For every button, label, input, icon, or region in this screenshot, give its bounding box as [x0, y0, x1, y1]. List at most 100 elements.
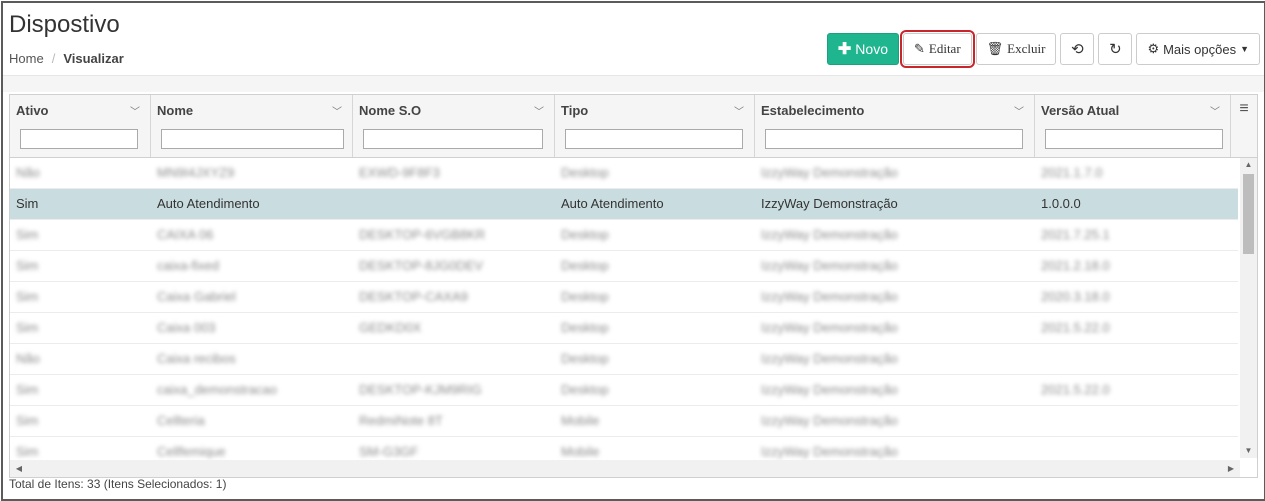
column-label: Nome S.O: [359, 103, 422, 118]
cell-versao: 2021.2.18.0: [1041, 258, 1110, 273]
mais-opcoes-label: Mais opções: [1163, 41, 1237, 57]
cell-ativo: Sim: [16, 258, 39, 273]
cell-nome_so: [353, 189, 555, 219]
scroll-down-icon[interactable]: ▼: [1240, 444, 1257, 458]
scroll-thumb[interactable]: [1243, 174, 1254, 254]
sync-icon: ⟲: [1071, 41, 1084, 58]
cell-tipo: Desktop: [561, 227, 609, 242]
footer-status: Total de Itens: 33 (Itens Selecionados: …: [9, 477, 227, 491]
cell-estabelecimento: IzzyWay Demonstração: [761, 413, 898, 428]
table-row[interactable]: Sim caixa-fixed DESKTOP-8JG0DEV Desktop Izzy…: [10, 251, 1238, 282]
cell-nome_so: GEDKD0X: [359, 320, 422, 335]
table-row[interactable]: Sim caixa_demonstracao DESKTOP-KJM9RIG Desk…: [10, 375, 1238, 406]
app-window: Dispostivo Home / Visualizar ✚ Novo ✎ Edit…: [1, 1, 1265, 501]
cell-versao: 1.0.0.0: [1041, 196, 1081, 211]
cell-tipo: Desktop: [561, 165, 609, 180]
column-label: Ativo: [16, 103, 49, 118]
cell-versao: 2021.5.22.0: [1041, 382, 1110, 397]
column-versao[interactable]: Versão Atual ﹀: [1035, 95, 1231, 157]
cell-versao: [1035, 406, 1231, 436]
scroll-right-icon[interactable]: ▶: [1224, 460, 1238, 477]
filter-ativo-input[interactable]: [20, 129, 138, 149]
column-tipo[interactable]: Tipo ﹀: [555, 95, 755, 157]
horizontal-scrollbar[interactable]: ◀ ▶: [10, 460, 1240, 477]
cell-nome: caixa-fixed: [157, 258, 220, 273]
chevron-down-icon[interactable]: ﹀: [332, 103, 342, 118]
table-row[interactable]: Sim Cellteria RedmiNote 8T Mobile IzzyWay De…: [10, 406, 1238, 437]
cell-tipo: Desktop: [561, 258, 609, 273]
breadcrumb-current: Visualizar: [63, 51, 124, 66]
filter-nome-so-input[interactable]: [363, 129, 543, 149]
cell-versao: 2021.5.22.0: [1041, 320, 1110, 335]
mais-opcoes-button[interactable]: ⚙ Mais opções ▼: [1136, 33, 1260, 65]
cell-estabelecimento: IzzyWay Demonstração: [761, 289, 898, 304]
gear-icon: ⚙: [1147, 41, 1160, 56]
column-nome-so[interactable]: Nome S.O ﹀: [353, 95, 555, 157]
table-row[interactable]: Sim Caixa Gabriel DESKTOP-CAXA9 Desktop Izzy…: [10, 282, 1238, 313]
filter-estabelecimento-input[interactable]: [765, 129, 1023, 149]
cell-estabelecimento: IzzyWay Demonstração: [761, 165, 898, 180]
cell-versao: 2021.7.25.1: [1041, 227, 1110, 242]
cell-nome: Cellteria: [157, 413, 205, 428]
cell-nome: Caixa recibos: [157, 351, 236, 366]
refresh-button[interactable]: ↻: [1098, 33, 1133, 65]
cell-tipo: Desktop: [561, 382, 609, 397]
refresh-icon: ↻: [1109, 41, 1122, 58]
cell-nome_so: DESKTOP-8JG0DEV: [359, 258, 484, 273]
table-row[interactable]: Sim CAIXA 06 DESKTOP-6VGB8KR Desktop IzzyWay…: [10, 220, 1238, 251]
cell-nome_so: [353, 344, 555, 374]
toolbar: ✚ Novo ✎ Editar 🗑 Excluir ⟲ ↻ ⚙ Mais opç…: [826, 30, 1260, 68]
chevron-down-icon[interactable]: ﹀: [130, 103, 140, 118]
column-estabelecimento[interactable]: Estabelecimento ﹀: [755, 95, 1035, 157]
filter-versao-input[interactable]: [1045, 129, 1223, 149]
cell-estabelecimento: IzzyWay Demonstração: [761, 351, 898, 366]
cell-tipo: Mobile: [561, 413, 600, 428]
column-label: Versão Atual: [1041, 103, 1120, 118]
scroll-left-icon[interactable]: ◀: [12, 460, 26, 477]
column-nome[interactable]: Nome ﹀: [151, 95, 353, 157]
cell-ativo: Sim: [16, 320, 39, 335]
cell-nome_so: DESKTOP-CAXA9: [359, 289, 468, 304]
cell-nome: Caixa 003: [157, 320, 216, 335]
cell-estabelecimento: IzzyWay Demonstração: [761, 320, 898, 335]
breadcrumb-home[interactable]: Home: [9, 51, 44, 66]
cell-nome: caixa_demonstracao: [157, 382, 277, 397]
breadcrumb-separator: /: [51, 51, 56, 66]
excluir-button[interactable]: 🗑 Excluir: [975, 33, 1057, 65]
cell-nome: MN9I4JXYZ9: [157, 165, 235, 180]
table-row[interactable]: Sim Auto Atendimento Auto Atendimento IzzyW…: [10, 189, 1238, 220]
sync-button[interactable]: ⟲: [1060, 33, 1095, 65]
editar-button[interactable]: ✎ Editar: [899, 30, 975, 68]
pencil-icon: ✎: [913, 41, 925, 56]
cell-nome: Auto Atendimento: [157, 196, 260, 211]
novo-button[interactable]: ✚ Novo: [826, 33, 899, 65]
table-row[interactable]: Não MN9I4JXYZ9 EXWD-9F8F3 Desktop IzzyWay De…: [10, 158, 1238, 189]
data-grid: Ativo ﹀ Nome ﹀ Nome S.O ﹀ Tipo ﹀ Estabel…: [9, 94, 1258, 478]
filter-tipo-input[interactable]: [565, 129, 743, 149]
column-menu-icon[interactable]: ≡: [1230, 95, 1257, 123]
cell-ativo: Não: [16, 351, 40, 366]
chevron-down-icon[interactable]: ﹀: [1014, 103, 1024, 118]
vertical-scrollbar[interactable]: ▲ ▼: [1240, 158, 1257, 458]
trash-icon: 🗑: [986, 41, 1004, 56]
cell-ativo: Sim: [16, 413, 39, 428]
chevron-down-icon[interactable]: ﹀: [534, 103, 544, 118]
caret-down-icon: ▼: [1240, 44, 1249, 54]
page-title: Dispostivo: [9, 11, 120, 38]
cell-versao: 2020.3.18.0: [1041, 289, 1110, 304]
table-row[interactable]: Sim Caixa 003 GEDKD0X Desktop IzzyWay Demons…: [10, 313, 1238, 344]
chevron-down-icon[interactable]: ﹀: [734, 103, 744, 118]
cell-tipo: Desktop: [561, 351, 609, 366]
column-label: Tipo: [561, 103, 589, 118]
chevron-down-icon[interactable]: ﹀: [1210, 103, 1220, 118]
filter-nome-input[interactable]: [161, 129, 344, 149]
cell-nome_so: RedmiNote 8T: [359, 413, 443, 428]
column-ativo[interactable]: Ativo ﹀: [10, 95, 151, 157]
cell-tipo: Desktop: [561, 289, 609, 304]
cell-nome_so: EXWD-9F8F3: [359, 165, 440, 180]
scroll-up-icon[interactable]: ▲: [1240, 158, 1257, 172]
cell-tipo: Auto Atendimento: [561, 196, 664, 211]
table-row[interactable]: Não Caixa recibos Desktop IzzyWay Demonstra…: [10, 344, 1238, 375]
cell-versao: 2021.1.7.0: [1041, 165, 1103, 180]
cell-ativo: Sim: [16, 382, 39, 397]
